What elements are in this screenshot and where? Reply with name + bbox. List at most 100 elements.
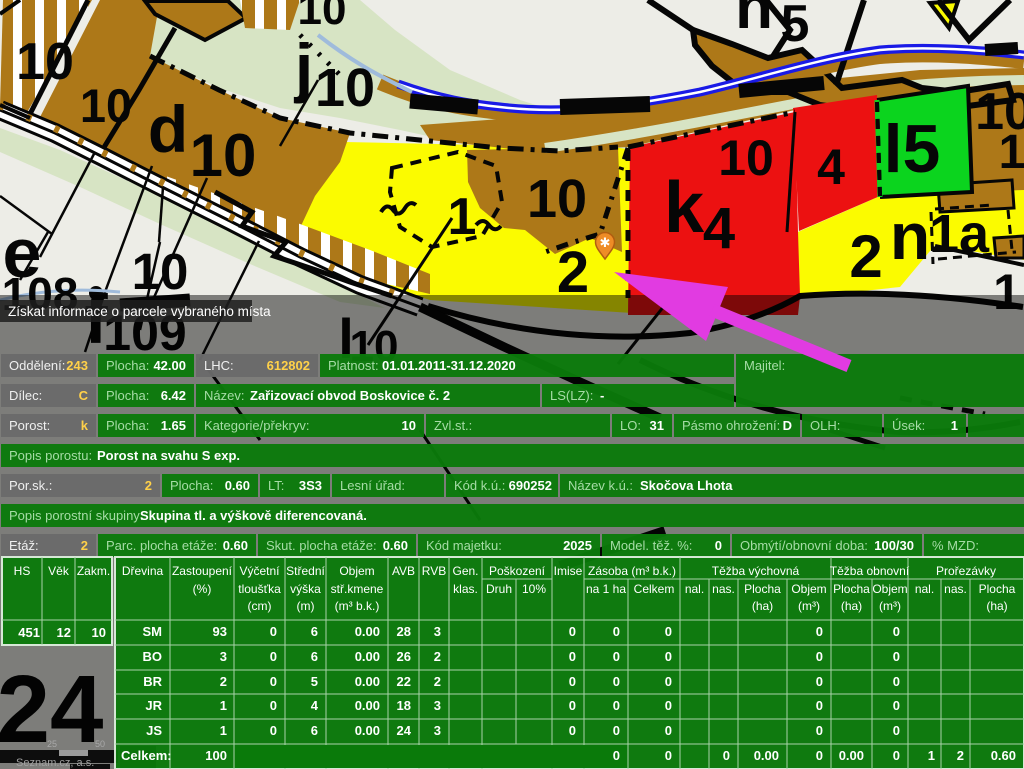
svg-text:C: C [79, 388, 89, 403]
svg-text:0.60: 0.60 [383, 538, 408, 553]
svg-text:Objem: Objem [791, 582, 826, 596]
svg-text:Těžba obnovní: Těžba obnovní [830, 564, 910, 578]
svg-text:Druh: Druh [486, 582, 512, 596]
svg-text:k: k [81, 418, 89, 433]
svg-text:Pásmo ohrožení:: Pásmo ohrožení: [682, 418, 780, 433]
svg-text:nas.: nas. [944, 582, 967, 596]
svg-text:0: 0 [665, 748, 672, 763]
svg-text:% MZD:: % MZD: [932, 538, 979, 553]
svg-text:4: 4 [703, 196, 735, 261]
svg-text:Zakm.: Zakm. [77, 564, 110, 578]
svg-text:6: 6 [311, 624, 318, 639]
svg-text:Objem: Objem [872, 582, 907, 596]
svg-text:6.42: 6.42 [161, 388, 186, 403]
svg-text:0.00: 0.00 [355, 624, 380, 639]
svg-text:1a: 1a [929, 204, 990, 264]
svg-text:RVB: RVB [422, 564, 446, 578]
svg-text:0: 0 [665, 698, 672, 713]
svg-text:10%: 10% [522, 582, 546, 596]
svg-text:10: 10 [80, 79, 132, 132]
svg-text:01.01.2011-31.12.2020: 01.01.2011-31.12.2020 [382, 358, 516, 373]
svg-text:JR: JR [145, 698, 162, 713]
svg-text:0: 0 [569, 624, 576, 639]
svg-text:2: 2 [220, 674, 227, 689]
svg-text:451: 451 [18, 625, 40, 640]
svg-text:25: 25 [47, 739, 57, 749]
svg-text:j: j [293, 30, 313, 104]
svg-text:0.60: 0.60 [225, 478, 250, 493]
svg-text:Střední: Střední [286, 564, 325, 578]
svg-text:10: 10 [718, 130, 774, 186]
svg-text:Parc. plocha etáže:: Parc. plocha etáže: [106, 538, 217, 553]
svg-text:n: n [735, 0, 773, 42]
svg-text:Celkem:: Celkem: [121, 748, 172, 763]
svg-text:Název:: Název: [204, 388, 244, 403]
svg-text:Skočova Lhota: Skočova Lhota [640, 478, 733, 493]
svg-text:BR: BR [143, 674, 162, 689]
svg-text:Gen.: Gen. [452, 564, 478, 578]
svg-text:Porost:: Porost: [9, 418, 50, 433]
svg-text:612802: 612802 [267, 358, 310, 373]
svg-text:Oddělení:: Oddělení: [9, 358, 65, 373]
svg-text:42.00: 42.00 [153, 358, 186, 373]
svg-text:50: 50 [95, 739, 105, 749]
svg-text:10: 10 [16, 33, 74, 91]
svg-text:LS(LZ):: LS(LZ): [550, 388, 593, 403]
svg-text:0: 0 [665, 723, 672, 738]
svg-text:Celkem: Celkem [634, 582, 675, 596]
svg-text:1: 1 [220, 723, 227, 738]
svg-text:2: 2 [81, 538, 88, 553]
svg-text:Etáž:: Etáž: [9, 538, 39, 553]
svg-text:0: 0 [893, 624, 900, 639]
svg-text:k: k [664, 168, 705, 248]
svg-text:Model. těž. %:: Model. těž. %: [610, 538, 692, 553]
svg-text:10: 10 [298, 0, 347, 34]
svg-text:10: 10 [315, 58, 375, 118]
svg-text:(m³ b.k.): (m³ b.k.) [335, 599, 380, 613]
svg-text:(ha): (ha) [986, 599, 1007, 613]
svg-text:Plocha: Plocha [744, 582, 781, 596]
svg-text:2: 2 [434, 674, 441, 689]
svg-text:6: 6 [311, 723, 318, 738]
svg-text:Plocha: Plocha [979, 582, 1016, 596]
svg-text:JS: JS [146, 723, 162, 738]
svg-text:nal.: nal. [685, 582, 704, 596]
svg-text:3: 3 [220, 649, 227, 664]
svg-text:0: 0 [613, 624, 620, 639]
svg-text:OLH:: OLH: [810, 418, 840, 433]
svg-text:Popis porostní skupiny:: Popis porostní skupiny: [9, 508, 143, 523]
svg-text:stř.kmene: stř.kmene [331, 582, 384, 596]
svg-text:100: 100 [205, 748, 227, 763]
svg-text:0: 0 [569, 723, 576, 738]
svg-text:Věk: Věk [48, 564, 70, 578]
svg-text:0: 0 [893, 698, 900, 713]
svg-text:0.00: 0.00 [355, 649, 380, 664]
svg-text:0: 0 [613, 723, 620, 738]
svg-text:0.60: 0.60 [223, 538, 248, 553]
svg-text:0: 0 [613, 674, 620, 689]
svg-text:10: 10 [190, 122, 257, 189]
svg-text:Získat informace o parcele vyb: Získat informace o parcele vybraného mís… [8, 304, 271, 319]
svg-text:1: 1 [448, 188, 477, 246]
svg-text:D: D [783, 418, 792, 433]
svg-text:Lesní úřad:: Lesní úřad: [340, 478, 405, 493]
svg-text:(ha): (ha) [752, 599, 773, 613]
svg-text:0: 0 [665, 649, 672, 664]
svg-text:0: 0 [665, 624, 672, 639]
svg-text:18: 18 [397, 698, 411, 713]
svg-text:Imise: Imise [554, 564, 583, 578]
svg-text:Plocha:: Plocha: [170, 478, 213, 493]
svg-text:10: 10 [132, 243, 189, 300]
svg-text:l5: l5 [884, 111, 941, 187]
svg-text:klas.: klas. [453, 582, 478, 596]
svg-text:(cm): (cm) [248, 599, 272, 613]
svg-text:2: 2 [849, 223, 882, 290]
svg-text:Platnost:: Platnost: [328, 358, 379, 373]
svg-text:0.60: 0.60 [991, 748, 1016, 763]
svg-text:93: 93 [213, 624, 227, 639]
svg-text:0: 0 [569, 674, 576, 689]
svg-text:Obmýtí/obnovní doba:: Obmýtí/obnovní doba: [740, 538, 868, 553]
svg-text:Porost na svahu S exp.: Porost na svahu S exp. [97, 448, 240, 463]
svg-text:Zařizovací obvod Boskovice č.: Zařizovací obvod Boskovice č. 2 [250, 388, 450, 403]
svg-text:1: 1 [220, 698, 227, 713]
